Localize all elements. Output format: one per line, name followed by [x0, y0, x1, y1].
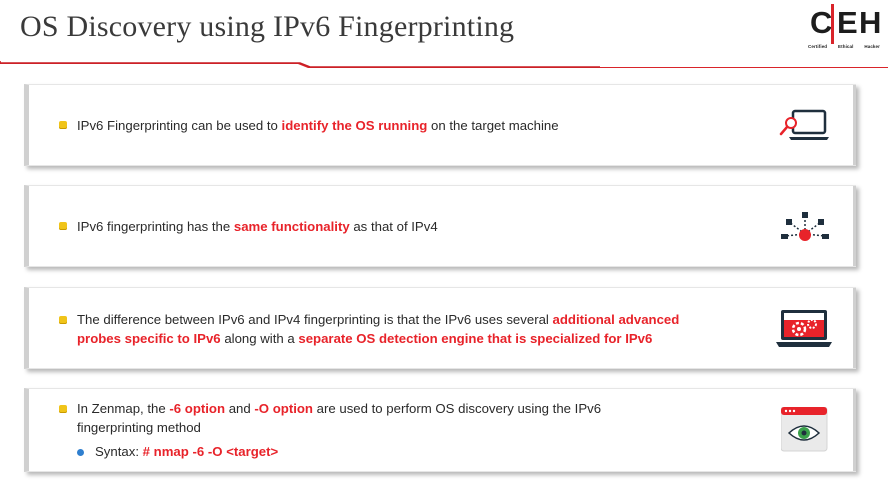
logo-letter-h: H: [859, 5, 882, 40]
logo-sub-certified: Certified: [808, 44, 828, 49]
syntax-command: # nmap -6 -O <target>: [142, 444, 279, 459]
info-box-3: The difference between IPv6 and IPv4 fin…: [24, 287, 856, 369]
info-box-4: In Zenmap, the -6 option and -O option a…: [24, 388, 856, 472]
info-box-2: IPv6 fingerprinting has the same functio…: [24, 185, 856, 267]
logo-letter-c: C: [810, 5, 833, 40]
logo-sub-ethical: Ethical: [838, 44, 854, 49]
page-title: OS Discovery using IPv6 Fingerprinting: [20, 10, 515, 43]
bullet-icon: [59, 222, 67, 230]
bullet-icon: [59, 121, 67, 129]
item-text-4: In Zenmap, the -6 option and -O option a…: [77, 401, 602, 435]
header-divider: [0, 61, 888, 68]
logo-sub-hacker: Hacker: [864, 44, 880, 49]
laptop-magnifier-icon: [779, 109, 829, 140]
item-text-1: IPv6 Fingerprinting can be used to ident…: [77, 118, 559, 133]
logo-accent-bar: [831, 4, 834, 44]
sub-bullet-icon: [77, 449, 84, 456]
bullet-icon: [59, 405, 67, 413]
item-text-3: The difference between IPv6 and IPv4 fin…: [77, 312, 680, 346]
ceh-logo: C E H Certified Ethical Hacker: [808, 4, 882, 54]
laptop-gears-icon: [776, 310, 832, 347]
logo-letter-e: E: [837, 5, 858, 40]
bullet-icon: [59, 316, 67, 324]
network-nodes-icon: [781, 212, 829, 241]
item-text-2: IPv6 fingerprinting has the same functio…: [77, 219, 438, 234]
syntax-line: Syntax: # nmap -6 -O <target>: [95, 444, 278, 459]
browser-eye-icon: [781, 407, 828, 452]
info-box-1: IPv6 Fingerprinting can be used to ident…: [24, 84, 856, 166]
syntax-label: Syntax:: [95, 444, 143, 459]
